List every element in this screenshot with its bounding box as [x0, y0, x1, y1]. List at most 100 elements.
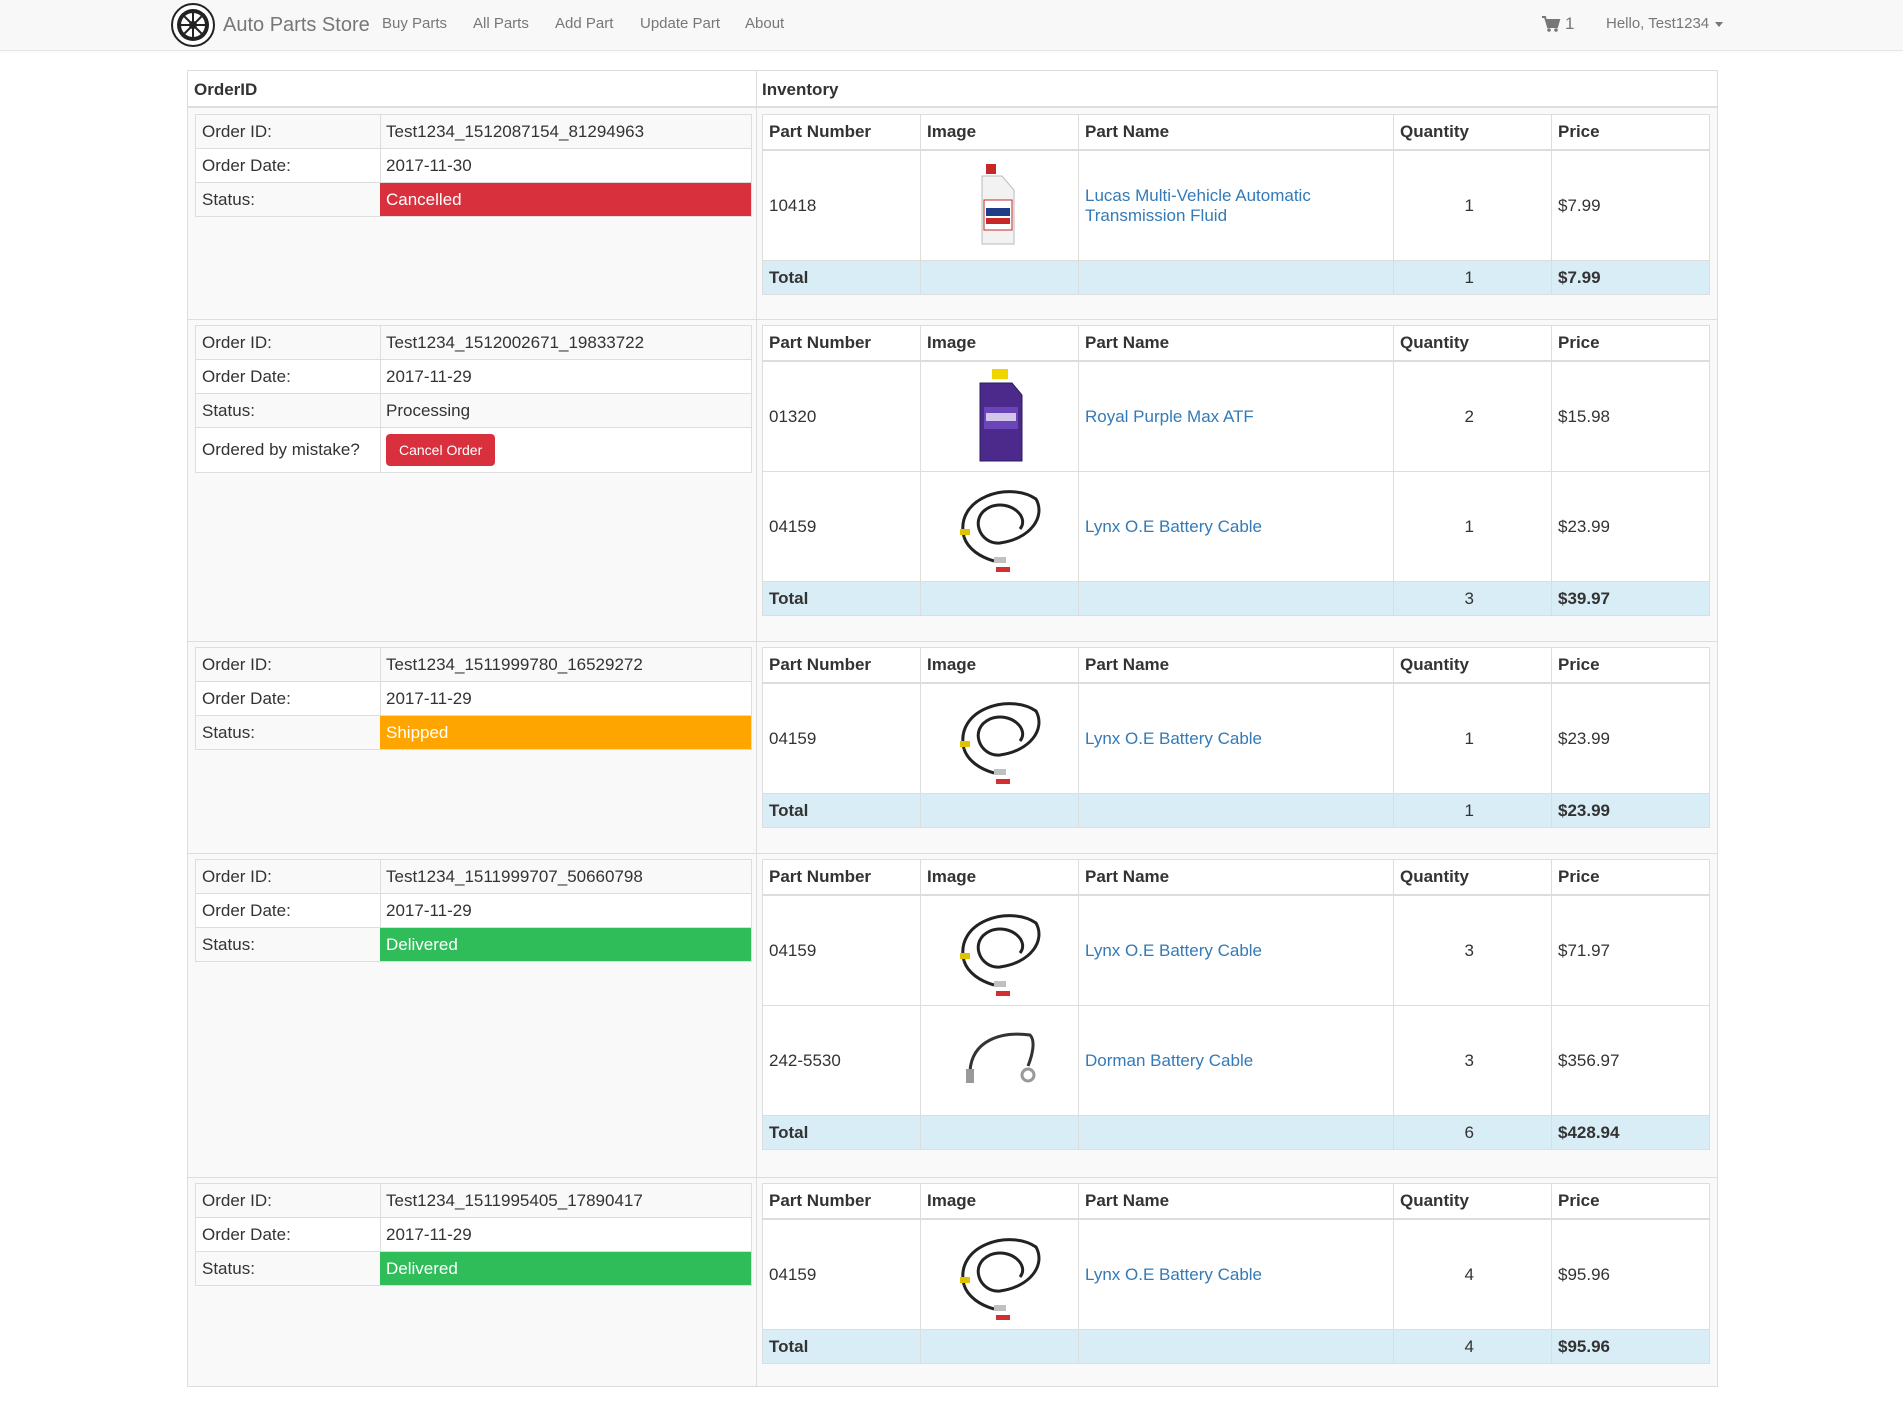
part-name-cell: Lynx O.E Battery Cable — [1078, 894, 1394, 1006]
quantity: 4 — [1393, 1218, 1552, 1330]
order-id-row: Order ID: Test1234_1511999780_16529272 — [196, 648, 751, 681]
order-date-label: Order Date: — [202, 149, 381, 182]
col-part-name: Part Name — [1078, 325, 1394, 362]
fluid-bottle-image — [950, 156, 1049, 255]
order-row: Order ID: Test1234_1511995405_17890417 Ord… — [188, 1177, 1717, 1387]
nav-buy-parts[interactable]: Buy Parts — [382, 15, 447, 32]
battery-cable-image — [950, 689, 1049, 788]
status-row: Status: Delivered — [196, 1251, 751, 1285]
part-name-link[interactable]: Dorman Battery Cable — [1085, 1051, 1253, 1070]
status-badge: Shipped — [380, 716, 751, 749]
col-image: Image — [920, 325, 1079, 362]
col-image: Image — [920, 114, 1079, 151]
cancel-cell: Cancel Order — [380, 428, 751, 472]
col-quantity: Quantity — [1393, 859, 1552, 896]
orders-table-header: OrderID Inventory — [188, 71, 1717, 108]
cancel-row: Ordered by mistake? Cancel Order — [196, 427, 751, 472]
status-label: Status: — [202, 928, 381, 961]
dorman-cable-image — [950, 1011, 1049, 1110]
brand-link[interactable]: Auto Parts Store — [171, 2, 370, 48]
table-row: 04159 Lynx O.E Battery Cable 1 $23.99 — [762, 471, 1710, 582]
total-empty-cell — [920, 581, 1079, 616]
ordered-by-mistake-label: Ordered by mistake? — [202, 428, 381, 472]
order-date-label: Order Date: — [202, 1218, 381, 1251]
part-number: 04159 — [762, 894, 921, 1006]
col-part-name: Part Name — [1078, 647, 1394, 684]
col-price: Price — [1551, 859, 1710, 896]
total-price: $39.97 — [1551, 581, 1710, 616]
order-row: Order ID: Test1234_1512087154_81294963 Ord… — [188, 108, 1717, 320]
part-number: 242-5530 — [762, 1005, 921, 1116]
battery-cable-image — [950, 477, 1049, 576]
quantity: 3 — [1393, 894, 1552, 1006]
quantity: 1 — [1393, 471, 1552, 582]
status-badge: Processing — [386, 401, 471, 420]
col-part-number: Part Number — [762, 647, 921, 684]
part-name-link[interactable]: Lynx O.E Battery Cable — [1085, 517, 1262, 536]
user-menu[interactable]: Hello, Test1234 — [1606, 15, 1724, 32]
price: $15.98 — [1551, 360, 1710, 472]
order-date-row: Order Date: 2017-11-29 — [196, 359, 751, 393]
col-part-number: Part Number — [762, 1183, 921, 1220]
part-number: 04159 — [762, 682, 921, 794]
battery-cable-image — [950, 901, 1049, 1000]
price: $71.97 — [1551, 894, 1710, 1006]
col-image: Image — [920, 647, 1079, 684]
total-row: Total 4 $95.96 — [762, 1329, 1710, 1364]
total-empty-cell — [920, 1115, 1079, 1150]
part-name-link[interactable]: Lynx O.E Battery Cable — [1085, 729, 1262, 748]
order-id-row: Order ID: Test1234_1512002671_19833722 — [196, 326, 751, 359]
user-greeting: Hello, Test1234 — [1606, 15, 1710, 32]
order-info-table: Order ID: Test1234_1512087154_81294963 Ord… — [195, 114, 752, 217]
order-date-row: Order Date: 2017-11-29 — [196, 893, 751, 927]
order-row: Order ID: Test1234_1512002671_19833722 Ord… — [188, 319, 1717, 642]
total-row: Total 6 $428.94 — [762, 1115, 1710, 1150]
order-id-label: Order ID: — [202, 860, 381, 893]
order-id-value: Test1234_1511999707_50660798 — [386, 867, 643, 886]
part-name-link[interactable]: Lynx O.E Battery Cable — [1085, 1265, 1262, 1284]
cart-link[interactable]: 1 — [1541, 14, 1574, 34]
quantity: 3 — [1393, 1005, 1552, 1116]
total-empty-cell — [1078, 1115, 1394, 1150]
part-name-link[interactable]: Lucas Multi-Vehicle Automatic Transmissi… — [1085, 186, 1311, 225]
navbar: Auto Parts Store Buy Parts All Parts Add… — [0, 0, 1903, 51]
total-price: $95.96 — [1551, 1329, 1710, 1364]
inventory-table: Part Number Image Part Name Quantity Price 04… — [762, 859, 1710, 1150]
order-id-label: Order ID: — [202, 115, 381, 148]
order-id-value: Test1234_1512087154_81294963 — [386, 122, 645, 141]
part-name-link[interactable]: Royal Purple Max ATF — [1085, 407, 1254, 426]
total-label: Total — [762, 1115, 921, 1150]
total-quantity: 1 — [1393, 260, 1552, 295]
quantity: 1 — [1393, 682, 1552, 794]
col-part-number: Part Number — [762, 325, 921, 362]
order-date-row: Order Date: 2017-11-30 — [196, 148, 751, 182]
part-image-cell — [920, 894, 1079, 1006]
part-number: 10418 — [762, 149, 921, 261]
order-id-row: Order ID: Test1234_1512087154_81294963 — [196, 115, 751, 148]
nav-all-parts[interactable]: All Parts — [473, 15, 529, 32]
part-name-cell: Dorman Battery Cable — [1078, 1005, 1394, 1116]
quantity: 1 — [1393, 149, 1552, 261]
order-date-label: Order Date: — [202, 682, 381, 715]
part-image-cell — [920, 1218, 1079, 1330]
part-name-cell: Lucas Multi-Vehicle Automatic Transmissi… — [1078, 149, 1394, 261]
status-row: Status: Shipped — [196, 715, 751, 749]
part-name-link[interactable]: Lynx O.E Battery Cable — [1085, 941, 1262, 960]
col-image: Image — [920, 1183, 1079, 1220]
nav-about[interactable]: About — [745, 15, 784, 32]
status-row: Status: Processing — [196, 393, 751, 427]
order-id-label: Order ID: — [202, 648, 381, 681]
orders-table: OrderID Inventory Order ID: Test1234_1512… — [187, 70, 1718, 1387]
nav-update-part[interactable]: Update Part — [640, 15, 720, 32]
part-name-cell: Lynx O.E Battery Cable — [1078, 1218, 1394, 1330]
status-label: Status: — [202, 1252, 381, 1285]
brand-name: Auto Parts Store — [223, 13, 370, 36]
status-row: Status: Cancelled — [196, 182, 751, 216]
price: $23.99 — [1551, 471, 1710, 582]
total-quantity: 4 — [1393, 1329, 1552, 1364]
cancel-order-button[interactable]: Cancel Order — [386, 434, 496, 466]
table-row: 242-5530 Dorman Battery Cable 3 $356.97 — [762, 1005, 1710, 1116]
nav-add-part[interactable]: Add Part — [555, 15, 613, 32]
quantity: 2 — [1393, 360, 1552, 472]
order-id-label: Order ID: — [202, 1184, 381, 1217]
